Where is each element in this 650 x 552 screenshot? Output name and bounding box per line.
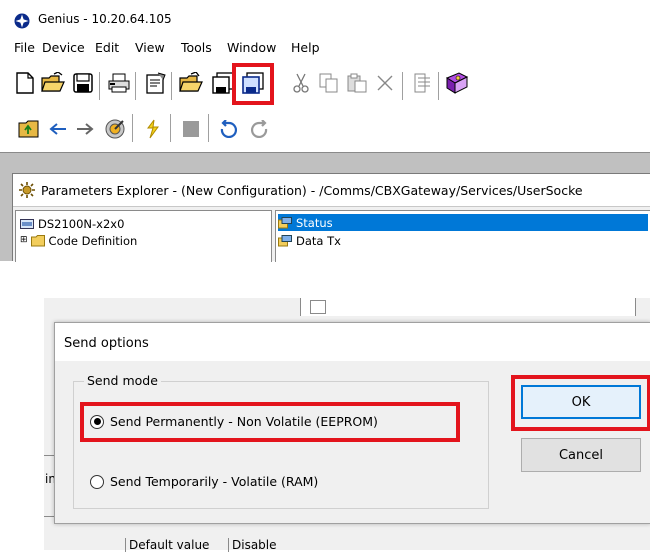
delete-icon[interactable] [372, 70, 398, 96]
undo-icon[interactable] [216, 116, 242, 142]
background-checkbox [310, 300, 326, 314]
refresh-icon[interactable] [140, 116, 166, 142]
capture-icon[interactable] [102, 116, 128, 142]
forward-arrow-icon[interactable] [72, 116, 98, 142]
toolbar-separator [99, 72, 101, 100]
print-icon[interactable] [106, 70, 132, 96]
toolbar-separator [171, 72, 173, 100]
tree-item-label: DS2100N-x2x0 [38, 216, 125, 231]
device-icon [20, 218, 34, 229]
toolbar-separator [135, 72, 137, 100]
parameter-group-icon [278, 216, 292, 228]
up-folder-icon[interactable] [16, 116, 42, 142]
stop-icon[interactable] [178, 116, 204, 142]
toolbar-separator [208, 114, 210, 142]
app-title: Genius - 10.20.64.105 [38, 12, 172, 26]
permanent-option-highlight [80, 402, 460, 442]
menu-window[interactable]: Window [227, 40, 276, 55]
menu-help[interactable]: Help [291, 40, 320, 55]
back-arrow-icon[interactable] [45, 116, 71, 142]
menu-file[interactable]: File [14, 40, 35, 55]
explorer-caption: Parameters Explorer - (New Configuration… [41, 183, 583, 198]
dialog-title: Send options [64, 336, 149, 351]
open-folder-icon[interactable] [40, 70, 66, 96]
menu-bar: File Device Edit View Tools Window Help [0, 36, 650, 60]
toolbar-separator [132, 114, 134, 142]
background-list-control [300, 298, 636, 316]
copy-icon[interactable] [316, 70, 342, 96]
list-item-data-tx[interactable]: Data Tx [278, 232, 648, 249]
tree-item-label: Code Definition [48, 233, 138, 248]
align-icon[interactable] [410, 70, 436, 96]
explorer-gear-icon [19, 182, 35, 198]
toolbar-separator [438, 72, 440, 100]
list-item-label: Data Tx [296, 233, 341, 248]
menu-edit[interactable]: Edit [95, 40, 119, 55]
radio-unchecked-icon[interactable] [90, 474, 104, 489]
list-item-status[interactable]: Status [278, 214, 648, 231]
help-book-icon[interactable] [444, 70, 470, 96]
radio-send-temporarily[interactable]: Send Temporarily - Volatile (RAM) [90, 474, 318, 489]
menu-tools[interactable]: Tools [181, 40, 212, 55]
send-button-highlight [232, 63, 274, 105]
toolbar-separator [170, 114, 172, 142]
send-mode-label: Send mode [84, 373, 161, 388]
cut-icon[interactable] [288, 70, 314, 96]
app-title-bar: Genius - 10.20.64.105 [0, 0, 650, 36]
tree-item-device[interactable]: DS2100N-x2x0 [20, 215, 124, 232]
expand-icon[interactable]: ⊞ [20, 236, 28, 245]
device-tree-pane[interactable]: DS2100N-x2x0 ⊞ Code Definition [15, 210, 272, 262]
main-toolbar [0, 62, 650, 106]
parameters-list-pane[interactable]: Status Data Tx [275, 210, 650, 262]
dialog-title-bar: Send options [55, 323, 650, 361]
send-mode-group: Send mode Send Permanently - Non Volatil… [73, 373, 489, 509]
open-configuration-icon[interactable] [178, 70, 204, 96]
tree-item-code-definition[interactable]: ⊞ Code Definition [20, 232, 137, 249]
toolbar-separator [402, 72, 404, 100]
menu-device[interactable]: Device [42, 40, 85, 55]
radio-label: Send Temporarily - Volatile (RAM) [110, 474, 319, 489]
navigation-toolbar [0, 110, 650, 150]
send-options-dialog: Send options Send mode Send Permanently … [54, 322, 650, 524]
paste-icon[interactable] [344, 70, 370, 96]
save-icon[interactable] [70, 70, 96, 96]
new-file-icon[interactable] [12, 70, 38, 96]
menu-view[interactable]: View [135, 40, 165, 55]
redo-icon[interactable] [246, 116, 272, 142]
parameter-group-icon [278, 234, 292, 246]
parameters-explorer-window: Parameters Explorer - (New Configuration… [12, 173, 650, 262]
folder-icon [30, 234, 45, 246]
cancel-button[interactable]: Cancel [521, 438, 641, 472]
explorer-title-bar: Parameters Explorer - (New Configuration… [13, 174, 650, 207]
properties-icon[interactable] [143, 70, 169, 96]
ok-button-highlight [511, 375, 650, 431]
genius-logo-icon [14, 13, 30, 29]
list-item-label: Status [296, 215, 333, 230]
